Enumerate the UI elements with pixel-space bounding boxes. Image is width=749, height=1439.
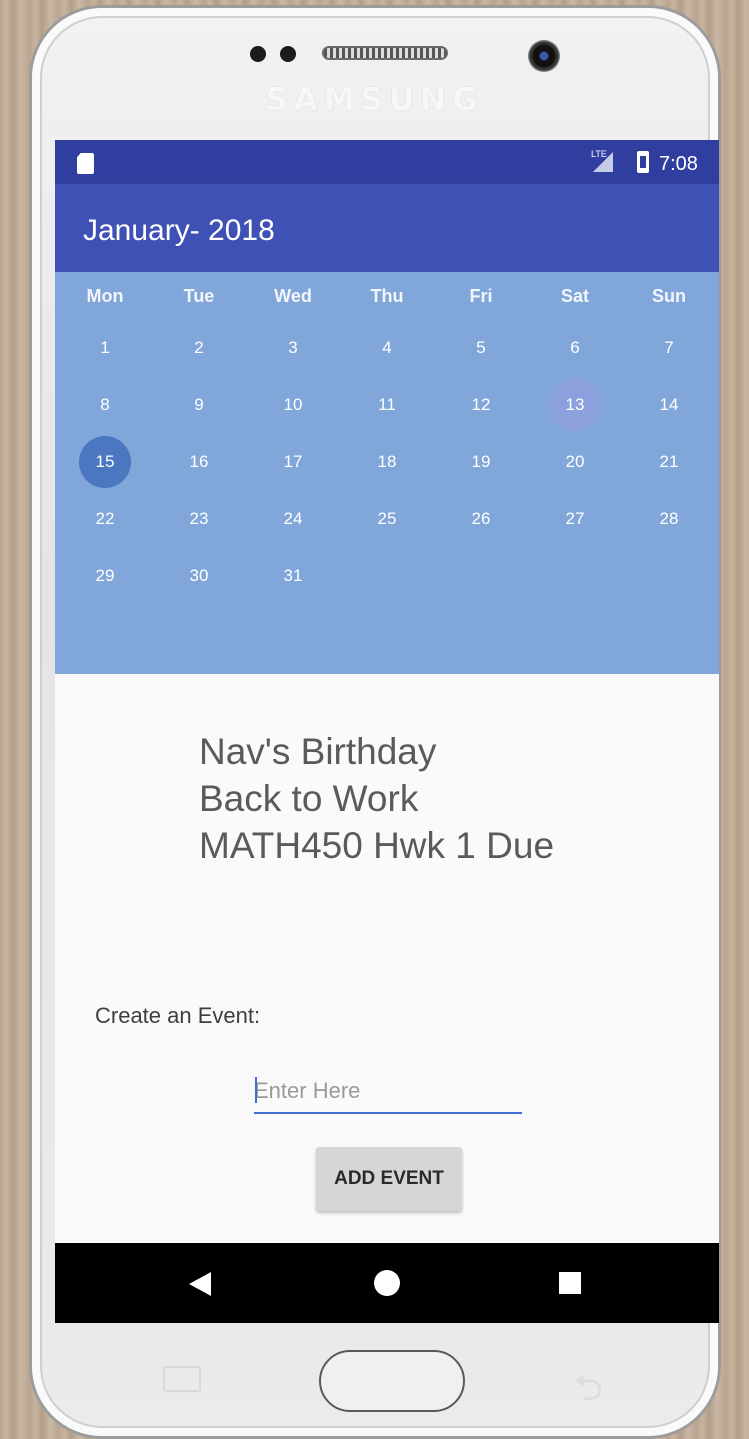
recents-icon[interactable]	[559, 1272, 581, 1294]
event-list: Nav's Birthday Back to Work MATH450 Hwk …	[199, 728, 554, 869]
network-label: LTE	[591, 149, 607, 159]
navigation-bar	[55, 1243, 719, 1323]
event-item: MATH450 Hwk 1 Due	[199, 825, 555, 866]
calendar-day[interactable]: 23	[173, 493, 225, 545]
calendar-day[interactable]: 2	[173, 322, 225, 374]
weekday-header: Sat	[560, 286, 589, 306]
event-item: Back to Work	[199, 778, 419, 819]
add-event-button[interactable]: ADD EVENT	[316, 1147, 462, 1211]
front-camera	[528, 40, 560, 72]
calendar-day[interactable]: 17	[267, 436, 319, 488]
calendar-day[interactable]: 30	[173, 550, 225, 602]
home-icon[interactable]	[374, 1270, 400, 1296]
calendar-day[interactable]: 16	[173, 436, 225, 488]
calendar-day[interactable]: 24	[267, 493, 319, 545]
calendar-day[interactable]: 28	[643, 493, 695, 545]
calendar-day[interactable]: 14	[643, 379, 695, 431]
weekday-header: Thu	[370, 286, 404, 306]
calendar-day[interactable]: 13	[549, 379, 601, 431]
calendar-day[interactable]: 5	[455, 322, 507, 374]
calendar-day[interactable]: 1	[79, 322, 131, 374]
calendar-day[interactable]: 18	[361, 436, 413, 488]
calendar-day[interactable]: 15	[79, 436, 131, 488]
calendar-day[interactable]: 12	[455, 379, 507, 431]
back-icon[interactable]	[189, 1272, 211, 1296]
calendar-day[interactable]: 31	[267, 550, 319, 602]
calendar-day[interactable]: 22	[79, 493, 131, 545]
calendar-day[interactable]: 26	[455, 493, 507, 545]
app-bar: January- 2018	[55, 184, 719, 272]
calendar-day[interactable]: 20	[549, 436, 601, 488]
month-title: January- 2018	[83, 214, 275, 247]
status-time: 7:08	[659, 153, 698, 175]
weekday-header: Sun	[652, 286, 686, 306]
calendar-day[interactable]: 7	[643, 322, 695, 374]
hardware-home-button[interactable]	[319, 1350, 465, 1412]
sd-card-icon	[77, 153, 94, 174]
sensor-dot	[250, 46, 266, 62]
calendar-day[interactable]: 25	[361, 493, 413, 545]
calendar-day[interactable]: 29	[79, 550, 131, 602]
hardware-recents-key[interactable]	[163, 1366, 201, 1392]
hardware-back-icon[interactable]: ⮌	[574, 1362, 603, 1423]
device-brand: SAMSUNG	[265, 82, 484, 118]
battery-icon	[637, 151, 649, 173]
event-input[interactable]	[254, 1070, 522, 1114]
calendar-day[interactable]: 4	[361, 322, 413, 374]
calendar-day[interactable]: 19	[455, 436, 507, 488]
calendar-day[interactable]: 11	[361, 379, 413, 431]
earpiece-grille	[322, 46, 448, 60]
weekday-header: Fri	[469, 286, 493, 306]
calendar-day[interactable]: 3	[267, 322, 319, 374]
calendar-view[interactable]: Mon Tue Wed Thu Fri Sat Sun 1 2 3 4 5 6 7 8 9 10 11 12 13 14…	[55, 272, 719, 674]
calendar-day[interactable]: 8	[79, 379, 131, 431]
status-bar: LTE 7:08	[55, 140, 719, 184]
event-item: Nav's Birthday	[199, 731, 437, 772]
calendar-day[interactable]: 21	[643, 436, 695, 488]
sensor-dot	[280, 46, 296, 62]
phone-screen: LTE 7:08 January- 2018 Mon Tue Wed Thu Fri Sa…	[55, 140, 719, 1323]
text-cursor	[255, 1077, 257, 1103]
weekday-header: Tue	[183, 286, 215, 306]
weekday-header: Wed	[274, 286, 312, 306]
calendar-day[interactable]: 6	[549, 322, 601, 374]
calendar-day[interactable]: 10	[267, 379, 319, 431]
calendar-day[interactable]: 9	[173, 379, 225, 431]
calendar-day[interactable]: 27	[549, 493, 601, 545]
create-event-label: Create an Event:	[95, 1003, 261, 1028]
weekday-header: Mon	[86, 286, 124, 306]
